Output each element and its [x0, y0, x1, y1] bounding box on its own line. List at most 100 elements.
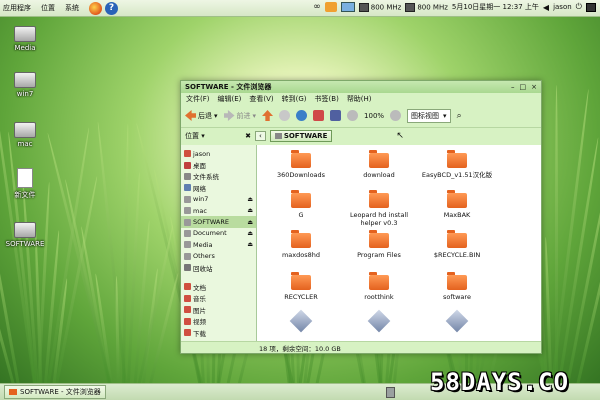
desktop-icon-newfile[interactable]: 新文件 — [4, 168, 46, 200]
folder-item[interactable]: maxdos8hd — [263, 230, 339, 259]
file-name: RECYCLER — [284, 293, 318, 301]
desktop-icon-mac[interactable]: mac — [4, 122, 46, 148]
path-left-arrow[interactable]: ‹ — [255, 131, 266, 141]
computer-icon[interactable] — [330, 110, 342, 121]
zoom-in-icon[interactable] — [390, 110, 402, 121]
show-desktop-icon[interactable] — [586, 2, 596, 12]
drive-icon — [274, 133, 282, 139]
search-icon[interactable]: ⌕ — [457, 111, 462, 121]
zoom-out-icon[interactable] — [347, 110, 359, 121]
sidebar-item[interactable]: SOFTWARE ⏏ — [181, 216, 256, 228]
menu-bookmarks[interactable]: 书签(B) — [315, 94, 339, 104]
folder-icon — [9, 389, 17, 395]
link-icon[interactable]: ∞ — [313, 2, 321, 12]
sidebar-item[interactable]: 下载 — [181, 327, 256, 338]
home-icon[interactable] — [313, 110, 325, 121]
menu-view[interactable]: 查看(V) — [249, 94, 273, 104]
menu-edit[interactable]: 编辑(E) — [218, 94, 242, 104]
up-arrow-icon[interactable] — [262, 110, 274, 121]
sidebar-item[interactable]: 图片 — [181, 304, 256, 315]
clock[interactable]: 5月10日星期一 12:37 上午 — [452, 2, 539, 12]
package-item[interactable] — [419, 309, 495, 333]
eject-icon[interactable]: ⏏ — [247, 207, 253, 214]
folder-item[interactable]: download — [341, 150, 417, 179]
sidebar-item[interactable]: Document ⏏ — [181, 228, 256, 239]
package-item[interactable] — [341, 309, 417, 333]
folder-item[interactable]: EasyBCD_v1.51汉化版 — [419, 150, 495, 179]
eject-icon[interactable]: ⏏ — [247, 196, 253, 203]
maximize-icon[interactable]: □ — [520, 83, 527, 91]
file-browser-window: SOFTWARE - 文件浏览器 – □ × 文件(F) 编辑(E) 查看(V)… — [180, 80, 542, 354]
folder-item[interactable]: Leopard hd install helper v0.3 — [341, 190, 417, 227]
menu-applications[interactable]: 应用程序 — [3, 3, 31, 13]
folder-item[interactable]: 360Downloads — [263, 150, 339, 179]
desktop-icon-media[interactable]: Media — [4, 26, 46, 52]
menu-places[interactable]: 位置 — [41, 3, 55, 13]
sidebar-item[interactable]: 文档 — [181, 281, 256, 292]
folder-item[interactable]: RECYCLER — [263, 272, 339, 301]
drive-icon — [14, 222, 36, 238]
menu-system[interactable]: 系统 — [65, 3, 79, 13]
sidebar-item[interactable]: win7 ⏏ — [181, 194, 256, 205]
menu-help[interactable]: 帮助(H) — [347, 94, 372, 104]
folder-item[interactable]: $RECYCLE.BIN — [419, 230, 495, 259]
top-panel: 应用程序 位置 系统 ? ∞ 800 MHz 800 MHz 5月10日星期一 … — [0, 0, 600, 17]
sidebar-item[interactable]: mac ⏏ — [181, 205, 256, 216]
package-icon — [445, 309, 469, 333]
eject-icon[interactable]: ⏏ — [247, 219, 253, 226]
sidebar-item[interactable]: Others — [181, 251, 256, 262]
sidebar-item[interactable]: 文件系统 — [181, 171, 256, 182]
folder-item[interactable]: rootthink — [341, 272, 417, 301]
trash-icon[interactable] — [386, 387, 395, 398]
stop-icon[interactable] — [279, 110, 291, 121]
sidebar-item-label: 桌面 — [193, 162, 206, 171]
folder-item[interactable]: G — [263, 190, 339, 219]
folder-item[interactable]: Program Files — [341, 230, 417, 259]
menu-go[interactable]: 转到(G) — [282, 94, 307, 104]
eject-icon[interactable]: ⏏ — [247, 241, 253, 248]
sidebar-item-label: win7 — [193, 195, 209, 204]
reload-icon[interactable] — [296, 110, 308, 121]
forward-button[interactable]: 前进 ▾ — [223, 110, 256, 121]
eject-icon[interactable]: ⏏ — [247, 230, 253, 237]
desktop-icon-win7[interactable]: win7 — [4, 72, 46, 98]
close-sidebar-icon[interactable]: ✖ — [245, 132, 251, 140]
sidebar-item[interactable]: 网络 — [181, 182, 256, 193]
file-name: software — [443, 293, 471, 301]
sidebar-item[interactable]: 桌面 — [181, 159, 256, 170]
folder-icon — [291, 190, 311, 208]
minimize-icon[interactable]: – — [511, 83, 515, 91]
cpu-freq-1[interactable]: 800 MHz — [358, 2, 401, 12]
sidebar-item[interactable]: 音乐 — [181, 293, 256, 304]
window-title: SOFTWARE - 文件浏览器 — [185, 83, 272, 91]
desktop-icon-software[interactable]: SOFTWARE — [4, 222, 46, 248]
network-monitor-icon[interactable] — [340, 2, 355, 12]
back-button[interactable]: 后退 ▾ — [185, 110, 218, 121]
sidebar-item-label: 文档 — [193, 283, 206, 292]
cpu-freq-2[interactable]: 800 MHz — [405, 2, 448, 12]
place-icon — [184, 184, 191, 192]
place-icon — [184, 306, 191, 314]
sidebar-item[interactable]: 视频 — [181, 315, 256, 326]
firefox-icon[interactable] — [89, 1, 102, 15]
chip-icon — [358, 2, 369, 12]
help-icon[interactable]: ? — [105, 1, 118, 15]
speaker-icon[interactable]: ◀ — [543, 3, 549, 12]
user-menu[interactable]: jason — [553, 3, 572, 11]
package-item[interactable] — [263, 309, 339, 333]
sidebar-item[interactable]: Media ⏏ — [181, 239, 256, 250]
sidebar-item[interactable]: jason — [181, 148, 256, 159]
folder-item[interactable]: software — [419, 272, 495, 301]
close-icon[interactable]: × — [531, 83, 537, 91]
file-name: G — [298, 211, 304, 219]
menu-file[interactable]: 文件(F) — [186, 94, 210, 104]
path-button-software[interactable]: SOFTWARE — [269, 130, 333, 142]
weather-icon[interactable] — [324, 2, 337, 12]
taskbar-button-file-browser[interactable]: SOFTWARE - 文件浏览器 — [4, 385, 106, 399]
window-titlebar[interactable]: SOFTWARE - 文件浏览器 – □ × — [181, 81, 541, 93]
power-icon[interactable]: ⏻ — [576, 2, 582, 12]
folder-item[interactable]: MaxBAK — [419, 190, 495, 219]
view-select[interactable]: 图标视图 ▾ — [407, 108, 451, 123]
sidebar-panel-select[interactable]: 位置 ▾ ✖ — [185, 131, 251, 141]
sidebar-item[interactable]: 回收站 — [181, 262, 256, 273]
